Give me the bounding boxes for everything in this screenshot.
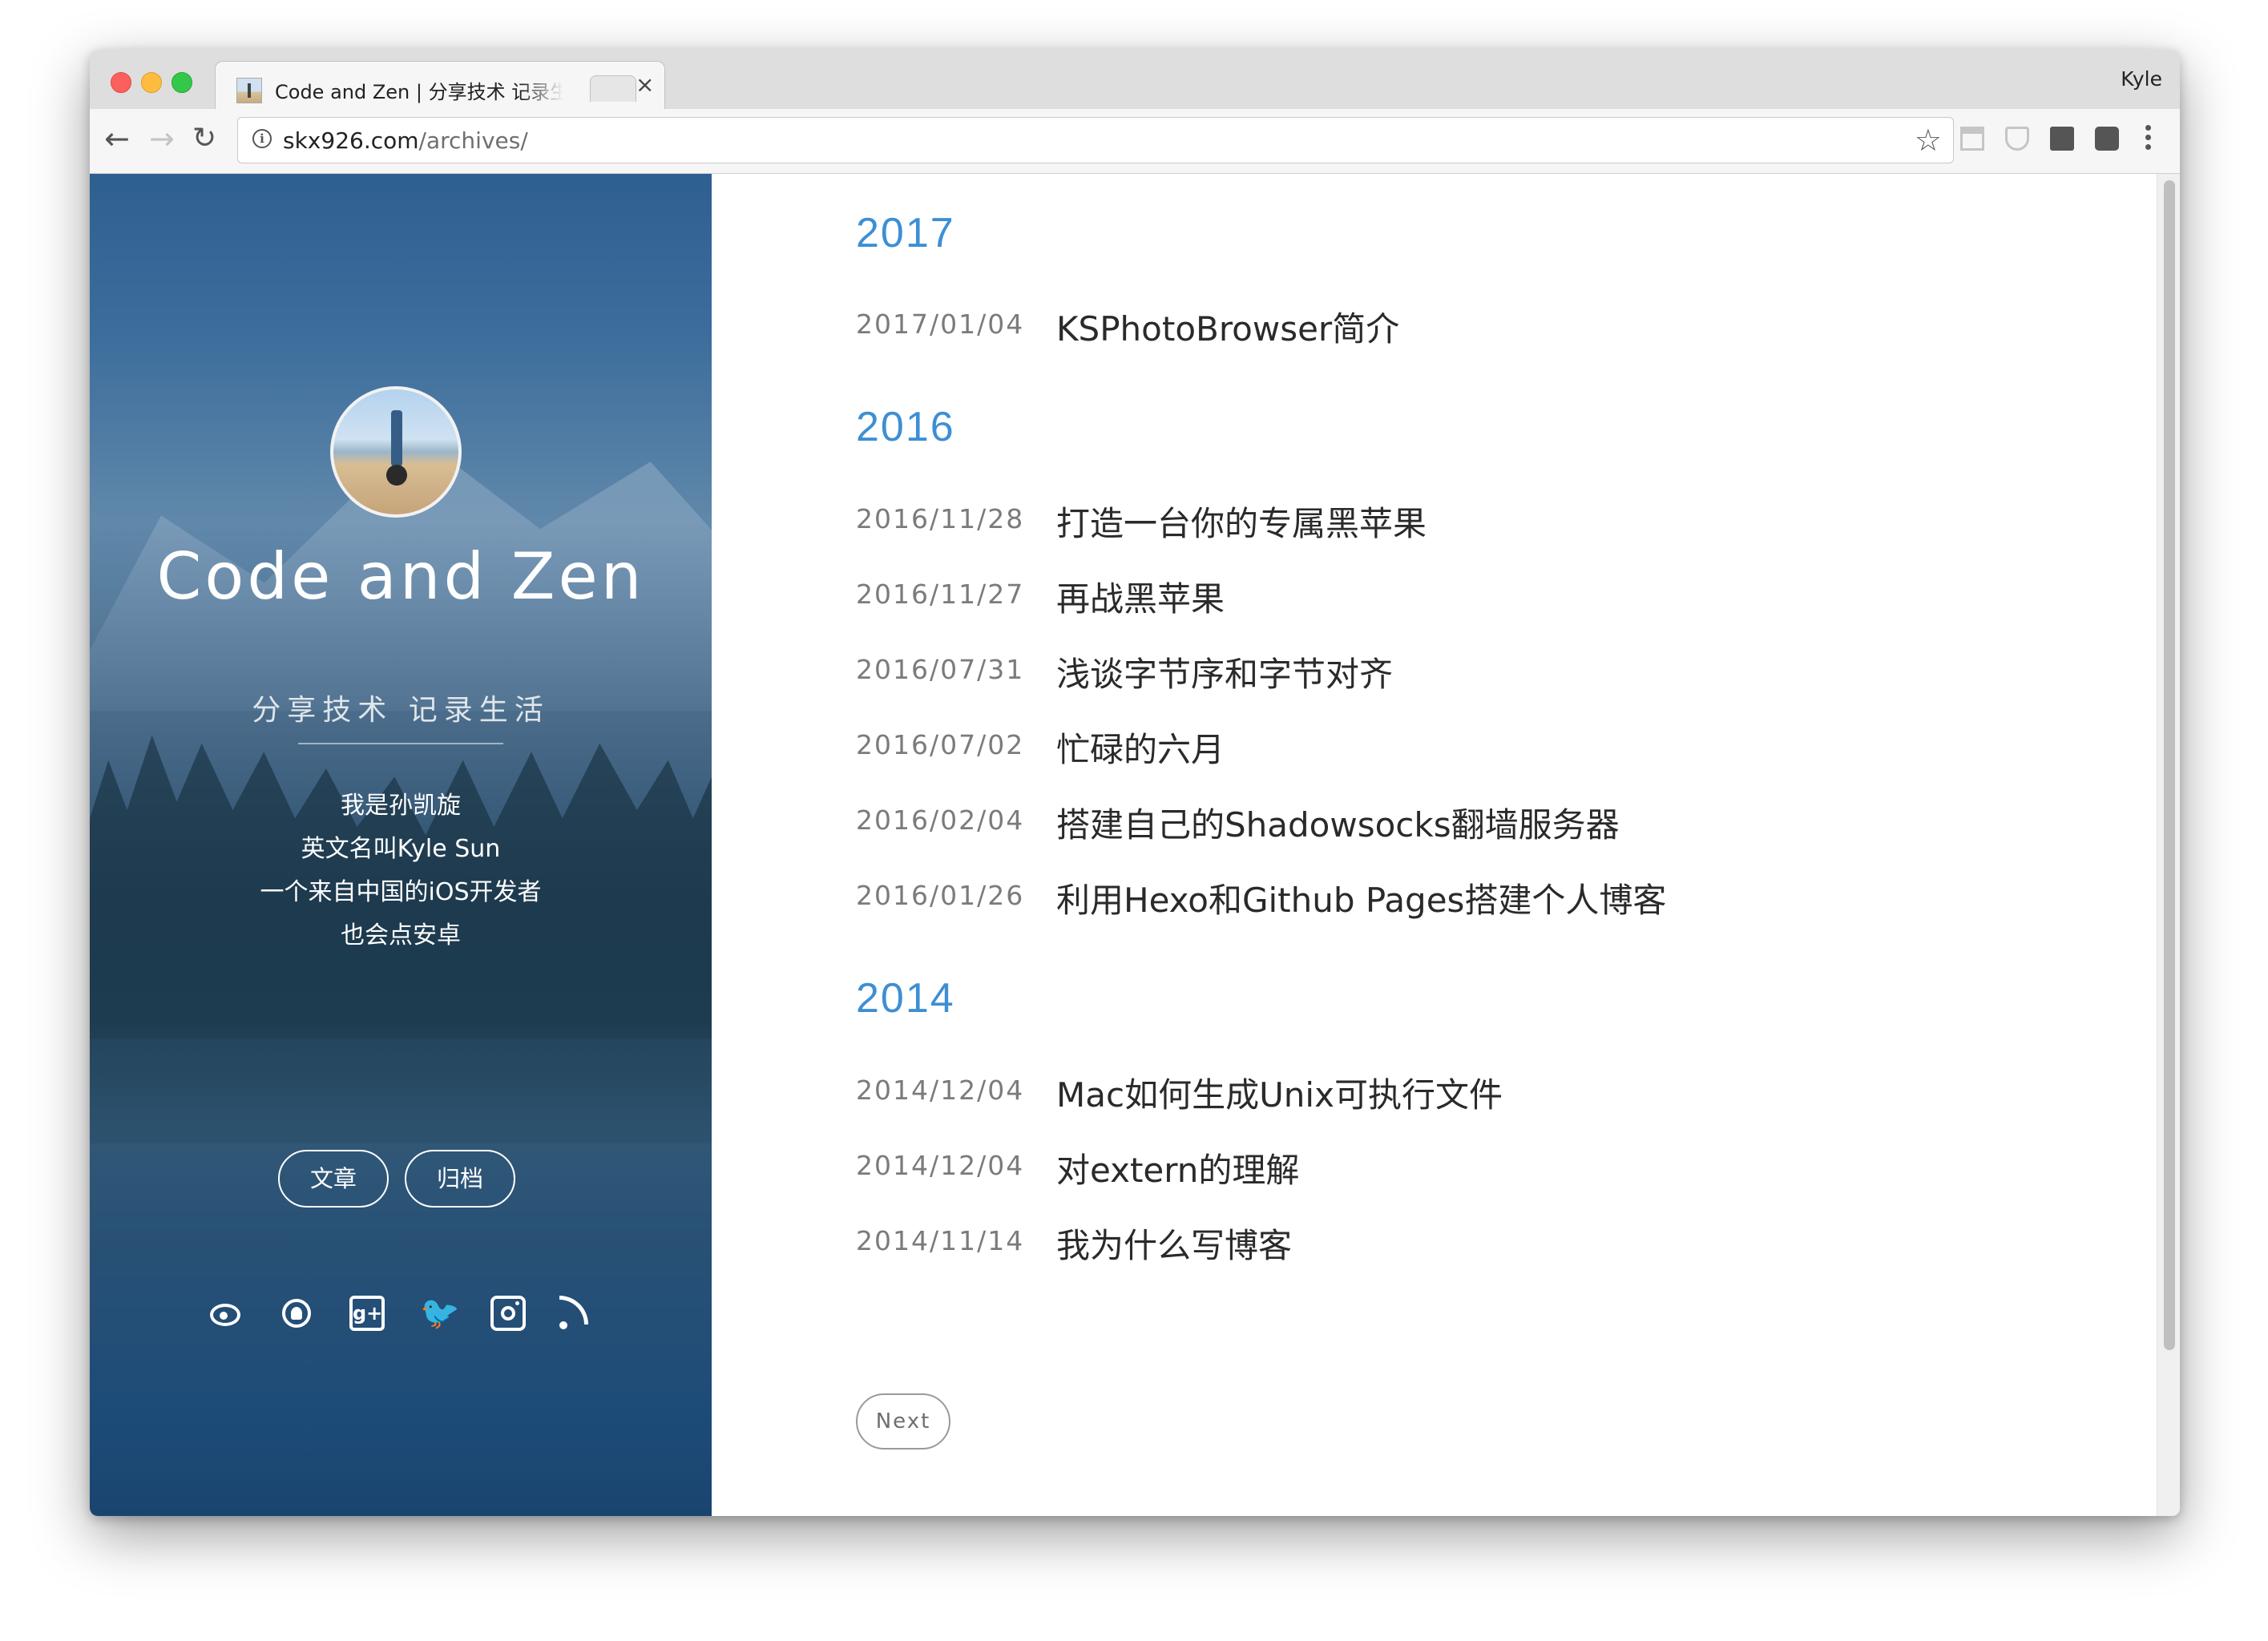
post-date: 2017/01/04 [856, 308, 1025, 340]
bio-line: 我是孙凯旋 [341, 792, 461, 820]
profile-name[interactable]: Kyle [2121, 67, 2162, 91]
close-window-button[interactable] [111, 72, 131, 93]
page-viewport: Code and Zen 分享技术 记录生活 我是孙凯旋 英文名叫Kyle Su… [90, 174, 2180, 1516]
back-arrow-icon[interactable]: ← [104, 122, 130, 155]
post-date: 2014/11/14 [856, 1225, 1025, 1256]
post-date: 2016/11/28 [856, 503, 1025, 534]
favicon-icon [236, 78, 262, 103]
evernote-extension-icon[interactable] [2095, 127, 2119, 151]
avatar[interactable] [330, 386, 462, 518]
post-date: 2016/07/02 [856, 729, 1025, 760]
sidebar-divider [298, 743, 503, 744]
url-host: skx926.com [283, 127, 419, 154]
year-heading: 2014 [856, 975, 955, 1022]
twitter-icon[interactable]: 🐦 [420, 1296, 460, 1331]
url-path: /archives/ [418, 127, 528, 154]
post-title-link[interactable]: 打造一台你的专属黑苹果 [1056, 497, 1427, 546]
browser-toolbar: ← → ↻ i skx926.com/archives/ ☆ [90, 109, 2180, 174]
instagram-icon[interactable] [490, 1296, 526, 1331]
post-title-link[interactable]: 浅谈字节序和字节对齐 [1056, 647, 1393, 696]
tab-strip: Code and Zen | 分享技术 记录生活 × Kyle [90, 50, 2180, 111]
scrollbar[interactable] [2157, 174, 2180, 1516]
posts-button[interactable]: 文章 [278, 1150, 389, 1208]
mail-extension-icon[interactable] [2050, 127, 2074, 151]
address-bar[interactable]: i skx926.com/archives/ ☆ [237, 117, 1954, 163]
post-title-link[interactable]: 我为什么写博客 [1056, 1219, 1292, 1268]
sidebar: Code and Zen 分享技术 记录生活 我是孙凯旋 英文名叫Kyle Su… [90, 174, 712, 1516]
archive-list: 2017 2017/01/04 KSPhotoBrowser简介 2016 20… [712, 174, 2180, 1516]
reader-extension-icon[interactable] [1960, 127, 1984, 151]
maximize-window-button[interactable] [172, 72, 192, 93]
post-title-link[interactable]: 再战黑苹果 [1056, 572, 1225, 621]
archives-button[interactable]: 归档 [405, 1150, 515, 1208]
post-date: 2014/12/04 [856, 1150, 1025, 1181]
year-heading: 2016 [856, 404, 955, 450]
post-title-link[interactable]: 忙碌的六月 [1056, 723, 1225, 772]
bookmark-star-icon[interactable]: ☆ [1915, 123, 1942, 158]
new-tab-button[interactable] [590, 75, 636, 102]
bio-line: 也会点安卓 [341, 921, 461, 950]
minimize-window-button[interactable] [141, 72, 162, 93]
site-title[interactable]: Code and Zen [90, 538, 712, 615]
post-title-link[interactable]: Mac如何生成Unix可执行文件 [1056, 1068, 1503, 1117]
forward-arrow-icon[interactable]: → [149, 122, 175, 155]
lake-backdrop [90, 1039, 712, 1516]
post-date: 2016/02/04 [856, 804, 1025, 836]
shield-extension-icon[interactable] [2005, 127, 2029, 151]
post-date: 2016/11/27 [856, 579, 1025, 610]
post-title-link[interactable]: 利用Hexo和Github Pages搭建个人博客 [1056, 873, 1666, 922]
bio-line: 一个来自中国的iOS开发者 [260, 878, 542, 906]
post-title-link[interactable]: 搭建自己的Shadowsocks翻墙服务器 [1056, 798, 1620, 847]
browser-menu-icon[interactable] [2145, 125, 2152, 154]
rss-icon[interactable] [559, 1296, 595, 1331]
post-date: 2016/01/26 [856, 880, 1025, 911]
bio-line: 英文名叫Kyle Sun [301, 835, 501, 863]
tab-title: Code and Zen | 分享技术 记录生活 [275, 81, 563, 103]
url-text[interactable]: skx926.com/archives/ [283, 127, 528, 154]
site-subtitle: 分享技术 记录生活 [252, 694, 550, 727]
google-plus-icon[interactable]: g+ [349, 1296, 385, 1331]
reload-icon[interactable]: ↻ [192, 122, 216, 155]
browser-window: Code and Zen | 分享技术 记录生活 × Kyle ← → ↻ i … [90, 50, 2180, 1516]
year-heading: 2017 [856, 210, 955, 256]
scrollbar-thumb[interactable] [2164, 180, 2175, 1350]
tab-close-icon[interactable]: × [636, 71, 654, 98]
site-info-icon[interactable]: i [252, 129, 272, 148]
post-date: 2016/07/31 [856, 654, 1025, 685]
next-page-button[interactable]: Next [856, 1393, 950, 1449]
bio: 我是孙凯旋 英文名叫Kyle Sun 一个来自中国的iOS开发者 也会点安卓 [90, 784, 712, 958]
post-title-link[interactable]: KSPhotoBrowser简介 [1056, 302, 1399, 351]
post-title-link[interactable]: 对extern的理解 [1056, 1143, 1299, 1192]
post-date: 2014/12/04 [856, 1075, 1025, 1106]
weibo-icon[interactable] [208, 1296, 244, 1331]
github-icon[interactable] [279, 1296, 314, 1331]
